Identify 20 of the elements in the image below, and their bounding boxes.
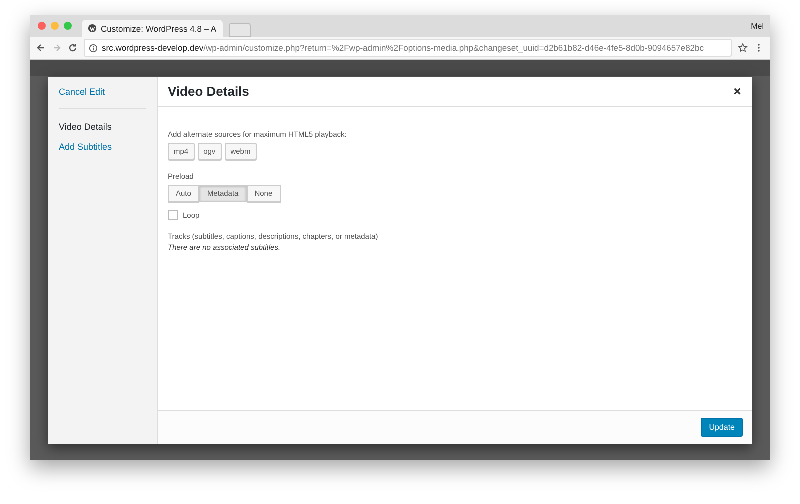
close-window-icon[interactable] [38, 22, 46, 30]
browser-tab[interactable]: Customize: WordPress 4.8 – A [82, 20, 223, 37]
maximize-window-icon[interactable] [64, 22, 72, 30]
star-icon[interactable] [738, 43, 748, 53]
close-icon[interactable] [733, 87, 742, 96]
cancel-edit-link[interactable]: Cancel Edit [59, 86, 146, 98]
new-tab-button[interactable] [228, 23, 251, 37]
forward-icon[interactable] [52, 43, 62, 53]
sidebar-menu-item[interactable]: Add Subtitles [59, 141, 146, 153]
info-icon [89, 44, 98, 52]
site-logo-icon [88, 24, 97, 33]
back-icon[interactable] [36, 43, 46, 53]
update-button[interactable]: Update [701, 418, 743, 437]
reload-icon[interactable] [68, 43, 78, 53]
minimize-window-icon[interactable] [51, 22, 59, 30]
sidebar-menu-item[interactable]: Video Details [59, 121, 146, 133]
modal-title: Video Details [168, 84, 250, 99]
address-bar[interactable]: src.wordpress-develop.dev/wp-admin/customize.php?return=%2Fwp-admin%2Foptions-media.php&changeset_uuid=d2b61b82-d46e-4fe5-8d0b-9094657e82bc [84, 39, 732, 57]
loop-checkbox[interactable] [168, 210, 178, 220]
user-name: Mel [751, 22, 764, 30]
